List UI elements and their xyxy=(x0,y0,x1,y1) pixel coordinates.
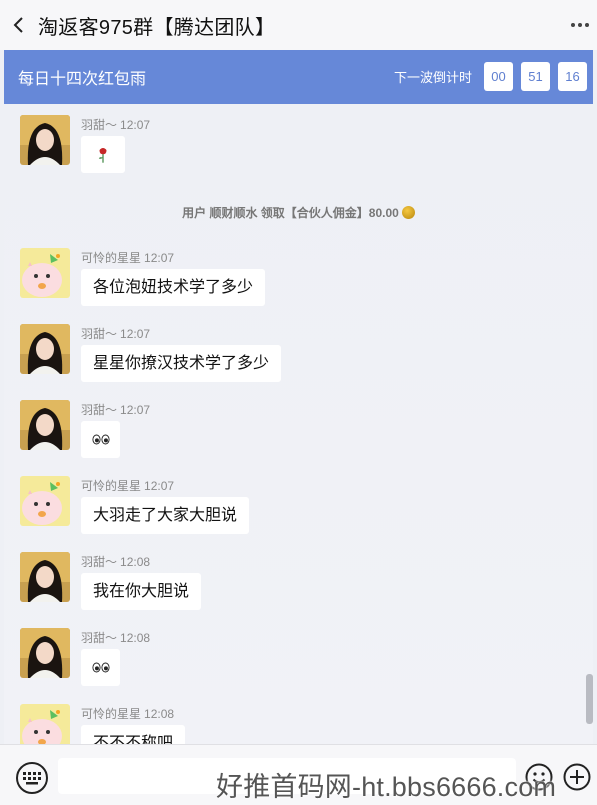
avatar[interactable] xyxy=(20,552,70,602)
avatar[interactable] xyxy=(20,324,70,374)
message-bubble[interactable]: 大羽走了大家大胆说 xyxy=(81,497,250,534)
avatar[interactable] xyxy=(20,704,70,744)
chat-scrollbar[interactable] xyxy=(586,674,593,724)
message-time: 12:08 xyxy=(144,707,175,721)
keyboard-icon xyxy=(23,772,41,785)
message-bubble[interactable]: 我在你大胆说 xyxy=(81,573,202,610)
keyboard-button[interactable] xyxy=(16,762,48,794)
girl-avatar-icon xyxy=(20,324,70,374)
message-bubble[interactable]: 不不不称吧 xyxy=(81,725,186,744)
message-time: 12:07 xyxy=(144,251,175,265)
message-meta: 可怜的星星 12:07 xyxy=(81,249,174,266)
eyes-icon xyxy=(91,434,110,445)
avatar[interactable] xyxy=(20,400,70,450)
sender-name: 可怜的星星 xyxy=(81,707,142,721)
message-meta: 羽甜～ 12:08 xyxy=(81,553,150,570)
system-notice: 用户 顺财顺水 领取【合伙人佣金】80.00 xyxy=(4,204,593,221)
avatar[interactable] xyxy=(20,628,70,678)
countdown-minutes: 51 xyxy=(521,62,550,91)
sender-name: 可怜的星星 xyxy=(81,479,142,493)
girl-avatar-icon xyxy=(20,400,70,450)
sender-name: 羽甜～ xyxy=(81,403,118,417)
countdown-seconds: 16 xyxy=(558,62,587,91)
watermark: 好推首码网-ht.bbs6666.com xyxy=(216,772,557,802)
avatar[interactable] xyxy=(20,115,70,165)
system-notice-text: 用户 顺财顺水 领取【合伙人佣金】80.00 xyxy=(182,206,399,220)
sender-name: 羽甜～ xyxy=(81,118,118,132)
avatar[interactable] xyxy=(20,248,70,298)
chevron-left-icon xyxy=(13,17,23,33)
coin-icon xyxy=(401,206,415,219)
message-bubble[interactable] xyxy=(81,649,120,686)
message-bubble[interactable]: 各位泡妞技术学了多少 xyxy=(81,269,266,306)
sender-name: 羽甜～ xyxy=(81,327,118,341)
girl-avatar-icon xyxy=(20,628,70,678)
sender-name: 羽甜～ xyxy=(81,555,118,569)
countdown: 下一波倒计时 00 51 16 xyxy=(394,62,587,91)
top-bar: 淘返客975群【腾达团队】 xyxy=(0,0,597,50)
message-meta: 可怜的星星 12:08 xyxy=(81,705,174,722)
more-dots-icon xyxy=(571,23,589,27)
message-bubble[interactable] xyxy=(81,136,125,173)
message-meta: 羽甜～ 12:08 xyxy=(81,629,150,646)
message-time: 12:07 xyxy=(144,479,175,493)
message-time: 12:08 xyxy=(120,631,151,645)
message-time: 12:08 xyxy=(120,555,151,569)
message-bubble[interactable] xyxy=(81,421,120,458)
avatar[interactable] xyxy=(20,476,70,526)
dino-avatar-icon xyxy=(20,476,70,526)
more-button[interactable] xyxy=(567,12,593,38)
chat-area[interactable]: 羽甜～ 12:07 用户 顺财顺水 领取【合伙人佣金】80.00 可怜的星星 12:… xyxy=(4,104,593,744)
girl-avatar-icon xyxy=(20,115,70,165)
message-meta: 羽甜～ 12:07 xyxy=(81,116,150,133)
red-packet-banner[interactable]: 每日十四次红包雨 下一波倒计时 00 51 16 xyxy=(4,50,593,104)
dino-avatar-icon xyxy=(20,704,70,744)
message-time: 12:07 xyxy=(120,403,151,417)
back-button[interactable] xyxy=(0,0,38,50)
message-bubble[interactable]: 星星你撩汉技术学了多少 xyxy=(81,345,282,382)
message-time: 12:07 xyxy=(120,327,151,341)
message-meta: 可怜的星星 12:07 xyxy=(81,477,174,494)
countdown-label: 下一波倒计时 xyxy=(393,70,472,85)
message-time: 12:07 xyxy=(120,118,151,132)
banner-title: 每日十四次红包雨 xyxy=(18,71,147,88)
eyes-icon xyxy=(91,662,110,673)
message-meta: 羽甜～ 12:07 xyxy=(81,325,150,342)
plus-icon[interactable] xyxy=(563,763,591,791)
rose-icon xyxy=(98,147,107,163)
dino-avatar-icon xyxy=(20,248,70,298)
girl-avatar-icon xyxy=(20,552,70,602)
message-meta: 羽甜～ 12:07 xyxy=(81,401,150,418)
sender-name: 可怜的星星 xyxy=(81,251,142,265)
countdown-hours: 00 xyxy=(484,62,513,91)
sender-name: 羽甜～ xyxy=(81,631,118,645)
page-title: 淘返客975群【腾达团队】 xyxy=(38,16,276,39)
